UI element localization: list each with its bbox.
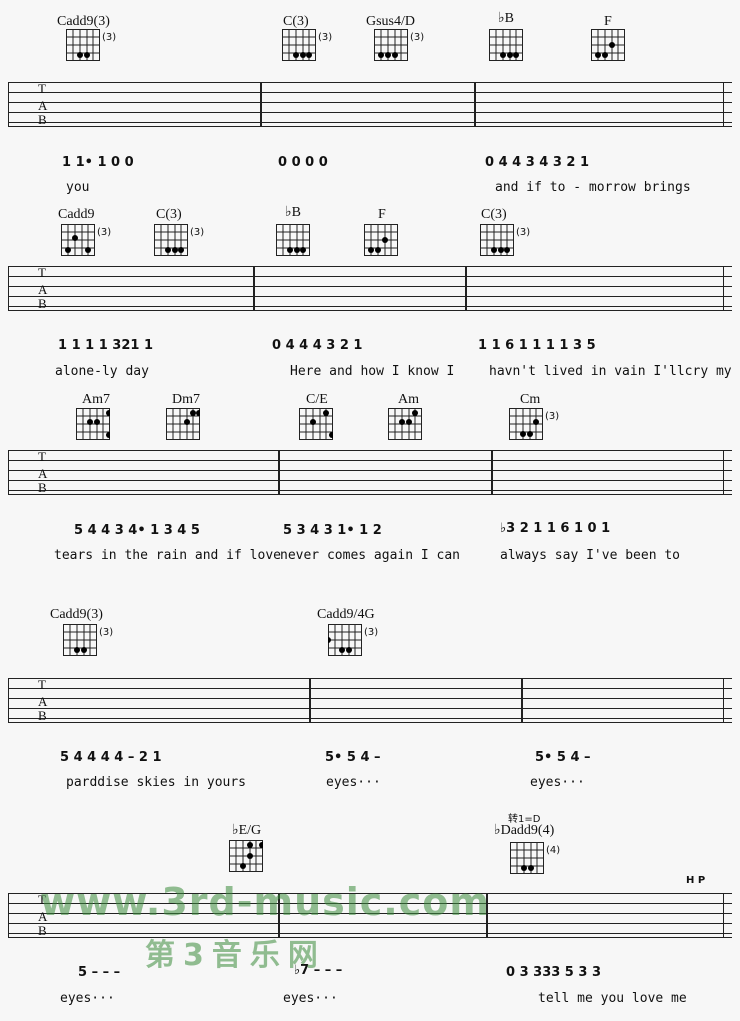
chord-label: Cadd9(3) xyxy=(57,14,110,29)
chord-diagram xyxy=(276,224,310,256)
lyrics-line: eyes··· xyxy=(60,991,115,1006)
notation-measure: 5 4 4 4 4 – 2 1 xyxy=(60,750,162,765)
chord-label: C/E xyxy=(306,392,328,407)
lyrics-line: never comes again I can xyxy=(280,548,461,563)
chord-diagram xyxy=(61,224,95,256)
tab-letter-b: B xyxy=(38,112,47,127)
tab-letter-t: T xyxy=(38,81,46,96)
fret-position: (3) xyxy=(410,32,425,43)
chord-diagram xyxy=(328,624,362,656)
fret-position: (3) xyxy=(516,227,531,238)
chord-label: ♭B xyxy=(498,11,514,26)
tab-staff: T A B xyxy=(8,678,732,730)
lyrics-line: you xyxy=(66,180,90,195)
chord-label: C(3) xyxy=(481,207,507,222)
tab-letter-a: A xyxy=(38,466,48,481)
chord-label: F xyxy=(604,14,612,29)
chord-label: C(3) xyxy=(156,207,182,222)
chord-label: Am7 xyxy=(82,392,110,407)
chord-label: ♭B xyxy=(285,205,301,220)
notation-measure: 0 3 333 5 3 3 xyxy=(506,965,601,980)
tab-letter-b: B xyxy=(38,708,47,723)
tab-letter-t: T xyxy=(38,265,46,280)
chord-label: Cadd9(3) xyxy=(50,607,103,622)
notation-measure: 5 4 4 3 4• 1 3 4 5 xyxy=(74,523,200,538)
chord-label: ♭E/G xyxy=(232,823,262,838)
lyrics-line: Here and how I know I xyxy=(290,364,455,379)
chord-diagram xyxy=(66,29,100,61)
notation-measure: 1 1• 1 0 0 xyxy=(62,155,134,170)
lyrics-line: and if to - morrow brings xyxy=(495,180,691,195)
chord-label: F xyxy=(378,207,386,222)
chord-diagram xyxy=(489,29,523,61)
chord-diagram xyxy=(282,29,316,61)
watermark-url: www.3rd-music.com xyxy=(40,880,490,924)
fret-position: (3) xyxy=(364,627,379,638)
tab-letter-t: T xyxy=(38,449,46,464)
chord-diagram xyxy=(364,224,398,256)
tab-staff: T A B xyxy=(8,266,732,318)
lyrics-line: eyes··· xyxy=(283,991,338,1006)
chord-diagram xyxy=(509,408,543,440)
chord-label: Gsus4/D xyxy=(366,14,416,29)
chord-label: C(3) xyxy=(283,14,309,29)
chord-diagram xyxy=(299,408,333,440)
chord-diagram xyxy=(229,840,263,872)
tab-letter-b: B xyxy=(38,296,47,311)
tab-letter-b: B xyxy=(38,923,47,938)
fret-position: (3) xyxy=(545,411,560,422)
fret-position: (3) xyxy=(102,32,117,43)
tab-letter-t: T xyxy=(38,677,46,692)
lyrics-line: havn't lived in vain I'llcry my xyxy=(489,364,732,379)
lyrics-line: parddise skies in yours xyxy=(66,775,247,790)
lyrics-line: tell me you love me xyxy=(538,991,687,1006)
notation-measure: 5• 5 4 – xyxy=(325,750,381,765)
notation-measure: 0 4 4 3 4 3 2 1 xyxy=(485,155,590,170)
chord-label: ♭Dadd9(4) xyxy=(494,823,555,838)
lyrics-line: eyes··· xyxy=(530,775,585,790)
lyrics-line: alone-ly day xyxy=(55,364,149,379)
chord-label: Cadd9 xyxy=(58,207,95,222)
notation-measure: 0 4 4 4 3 2 1 xyxy=(272,338,363,353)
tab-letter-b: B xyxy=(38,480,47,495)
notation-measure: ♭3 2 1 1 6 1 0 1 xyxy=(500,521,611,536)
tab-staff: T A B xyxy=(8,82,732,134)
chord-diagram xyxy=(166,408,200,440)
watermark-site-name: 第3音乐网 xyxy=(145,938,326,973)
notation-measure: 0 0 0 0 xyxy=(278,155,328,170)
lyrics-line: tears in the rain and if love xyxy=(54,548,281,563)
chord-label: Am xyxy=(398,392,419,407)
chord-diagram xyxy=(591,29,625,61)
fret-position: (3) xyxy=(190,227,205,238)
chord-diagram xyxy=(154,224,188,256)
chord-label: Cm xyxy=(520,392,541,407)
notation-measure: 1 1 1 1 321 1 xyxy=(58,338,153,353)
tab-letter-a: A xyxy=(38,98,48,113)
chord-diagram xyxy=(76,408,110,440)
tab-letter-a: A xyxy=(38,694,48,709)
fret-position: (3) xyxy=(318,32,333,43)
tab-staff: T A B xyxy=(8,450,732,502)
lyrics-line: eyes··· xyxy=(326,775,381,790)
fret-position: (3) xyxy=(97,227,112,238)
chord-label: Dm7 xyxy=(172,392,200,407)
hammer-pull-marking: H P xyxy=(686,875,706,886)
chord-diagram xyxy=(480,224,514,256)
lyrics-line: always say I've been to xyxy=(500,548,681,563)
chord-diagram xyxy=(63,624,97,656)
fret-position: (3) xyxy=(99,627,114,638)
notation-measure: 5 – – – xyxy=(78,965,121,980)
fret-position: (4) xyxy=(546,845,561,856)
chord-diagram xyxy=(374,29,408,61)
chord-label: Cadd9/4G xyxy=(317,607,375,622)
tab-letter-a: A xyxy=(38,282,48,297)
notation-measure: 5 3 4 3 1• 1 2 xyxy=(283,523,382,538)
notation-measure: 5• 5 4 – xyxy=(535,750,591,765)
notation-measure: 1 1 6 1 1 1 1 3 5 xyxy=(478,338,596,353)
chord-diagram xyxy=(388,408,422,440)
chord-diagram xyxy=(510,842,544,874)
